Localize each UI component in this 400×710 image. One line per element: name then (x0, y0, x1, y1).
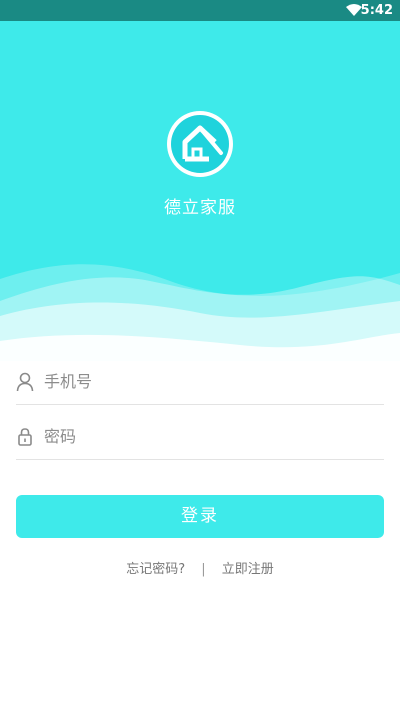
link-separator: | (201, 562, 206, 577)
status-bar: 5:42 (0, 0, 400, 21)
app-name: 德立家服 (164, 198, 236, 218)
password-input[interactable] (44, 421, 374, 451)
password-field (16, 415, 384, 460)
phone-field (16, 360, 384, 405)
user-icon (16, 372, 34, 392)
wifi-icon (346, 4, 362, 16)
lock-icon (18, 428, 32, 446)
status-time: 5:42 (360, 3, 393, 18)
auth-links: 忘记密码? | 立即注册 (0, 558, 400, 577)
login-button[interactable]: 登录 (16, 495, 384, 538)
register-link[interactable]: 立即注册 (222, 558, 274, 577)
phone-input[interactable] (44, 366, 374, 396)
header-banner: 德立家服 (0, 21, 400, 381)
forgot-password-link[interactable]: 忘记密码? (126, 558, 185, 577)
house-logo-icon (167, 111, 233, 177)
